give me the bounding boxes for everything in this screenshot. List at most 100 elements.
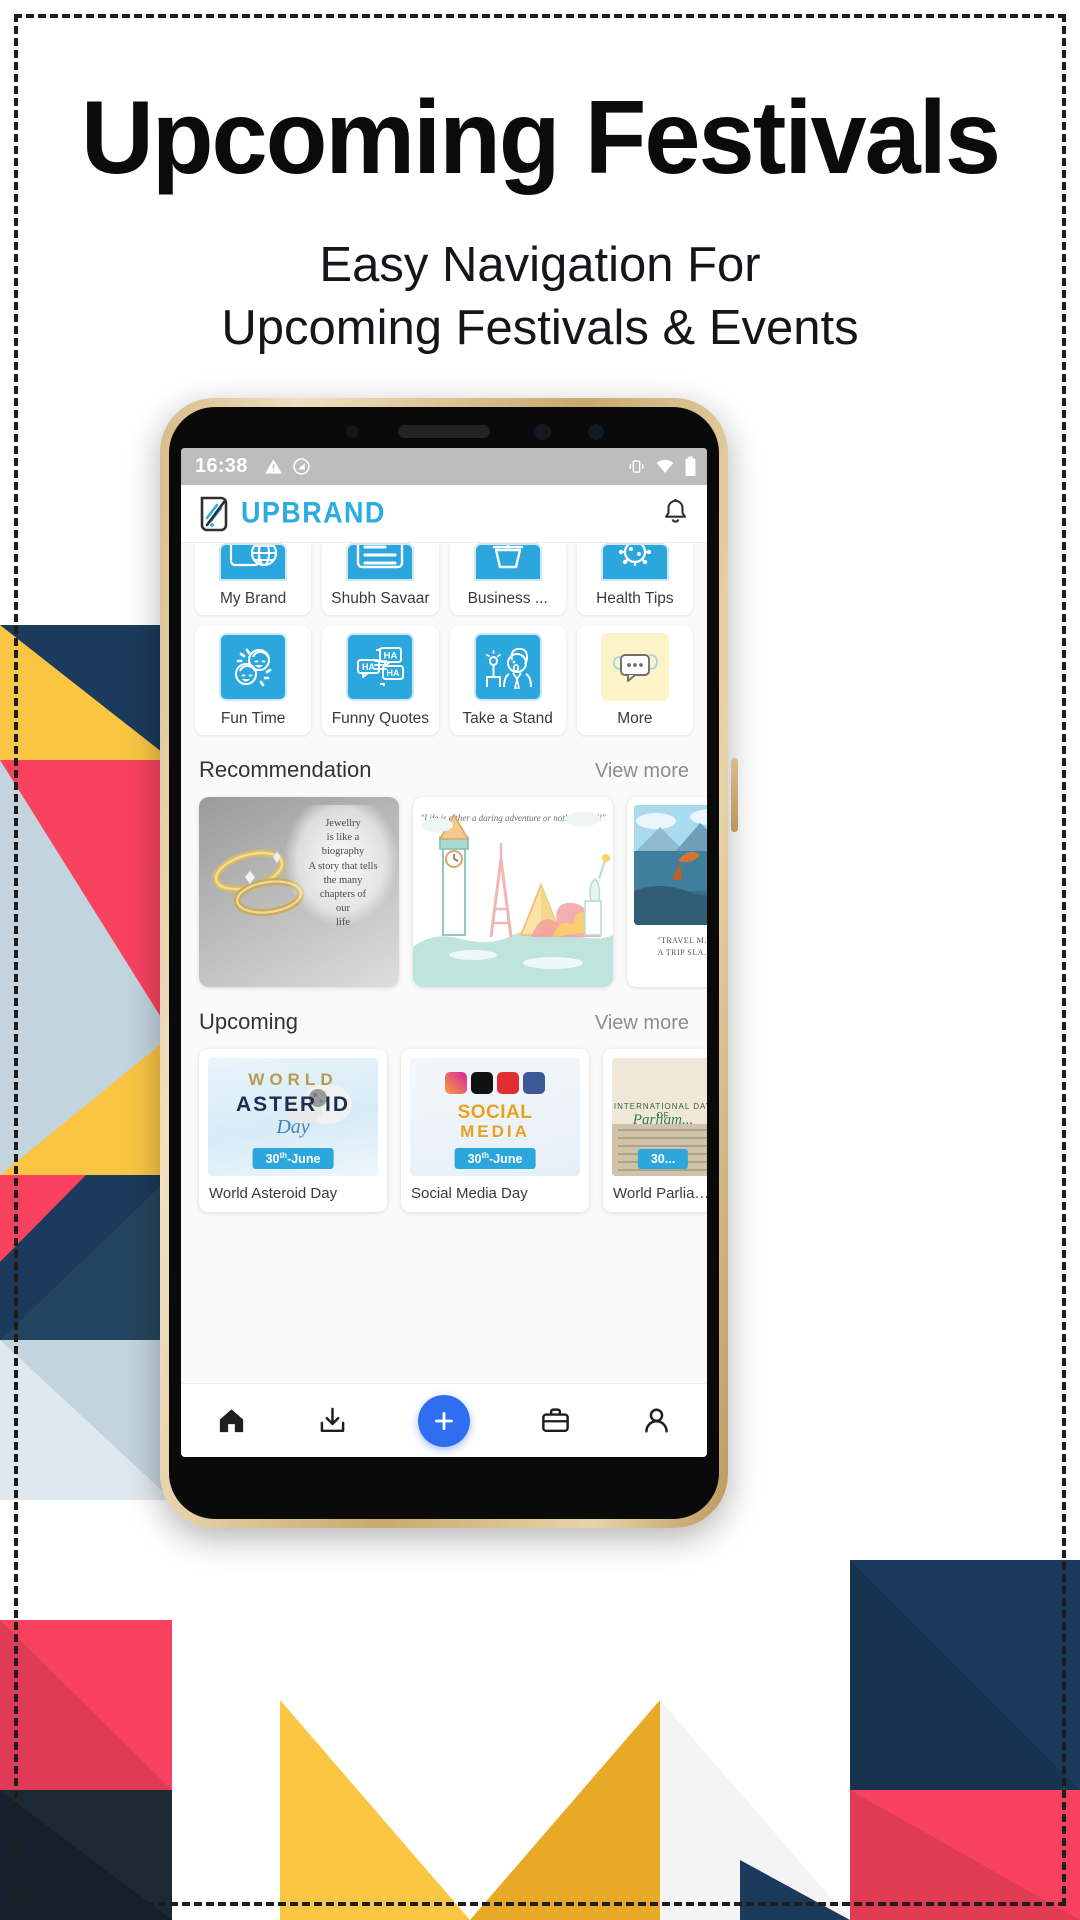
- upcoming-label: Social Media Day: [411, 1185, 528, 1202]
- home-icon[interactable]: [216, 1405, 247, 1436]
- svg-text:HA: HA: [362, 662, 375, 672]
- wifi-icon: [656, 459, 674, 473]
- category-label: Health Tips: [596, 590, 674, 607]
- category-label: More: [617, 710, 653, 727]
- phone-screen: 16:38 UPBRAND My Brand Shubh Savaar Busi…: [181, 448, 707, 1457]
- category-label: Shubh Savaar: [331, 590, 430, 607]
- download-icon[interactable]: [317, 1405, 348, 1436]
- thumb-line-1: SOCIAL: [457, 1102, 533, 1123]
- thumb-line-2: MEDIA: [460, 1122, 530, 1141]
- recommendation-card[interactable]: "TRAVEL M…A TRIP SLA…: [627, 797, 707, 987]
- globe-card-icon: [219, 543, 288, 581]
- upcoming-section-header: Upcoming View more: [181, 1009, 707, 1035]
- date-month: ...: [664, 1152, 676, 1166]
- proximity-sensor: [588, 424, 604, 440]
- vibrate-icon: [629, 460, 644, 473]
- category-label: Fun Time: [220, 710, 286, 727]
- thumb-line-2: ASTER ID: [235, 1093, 350, 1116]
- category-label: My Brand: [219, 590, 287, 607]
- category-label: Funny Quotes: [331, 710, 430, 727]
- recommendation-quote-text: Jewellry is like a biography A story that …: [308, 818, 378, 929]
- travel-photo: [634, 805, 707, 925]
- section-title: Recommendation: [199, 757, 372, 782]
- text-lines-icon: [346, 543, 415, 581]
- thumb-line-1: WORLD: [248, 1070, 338, 1089]
- date-number: 30: [650, 1152, 665, 1166]
- plus-icon: [435, 1411, 453, 1430]
- section-title: Upcoming: [199, 1009, 299, 1034]
- date-month: -June: [489, 1152, 523, 1166]
- date-badge: 30th-June: [454, 1147, 536, 1169]
- category-label: Business ...: [467, 590, 548, 607]
- upcoming-label: World Asteroid Day: [209, 1185, 338, 1202]
- page-title: Upcoming Festivals: [80, 80, 1001, 196]
- briefcase-icon[interactable]: [540, 1405, 571, 1436]
- youtube-chip-icon: [497, 1072, 519, 1094]
- app-bar: UPBRAND: [181, 485, 707, 543]
- upbrand-logo-icon: [200, 496, 228, 531]
- recommendation-caption: "TRAVEL M…A TRIP SLA…: [657, 936, 707, 957]
- create-fab-button[interactable]: [418, 1394, 470, 1447]
- date-number: 30: [467, 1152, 482, 1166]
- phone-bezel: 16:38 UPBRAND My Brand Shubh Savaar Busi…: [169, 407, 719, 1519]
- phone-mockup: 16:38 UPBRAND My Brand Shubh Savaar Busi…: [160, 398, 738, 1528]
- category-tile-health-tips[interactable]: Health Tips: [576, 543, 693, 615]
- power-button: [731, 758, 738, 832]
- profile-icon[interactable]: [641, 1405, 672, 1436]
- social-icon-row: [410, 1072, 580, 1094]
- facebook-chip-icon: [523, 1072, 545, 1094]
- category-tile-my-brand[interactable]: My Brand: [195, 543, 312, 615]
- earpiece-speaker: [398, 425, 490, 438]
- upcoming-thumbnail: WORLD ASTER ID Day 30th-June: [208, 1058, 378, 1176]
- basket-icon: [473, 543, 542, 581]
- date-badge: 30...: [637, 1149, 689, 1169]
- thumb-line-2: Parliam...: [632, 1112, 694, 1128]
- status-bar: 16:38: [181, 448, 707, 485]
- subtitle-line-1: Easy Navigation For: [319, 238, 761, 292]
- upcoming-thumbnail: INTERNATIONAL DAY OF Parliam... 30...: [612, 1058, 707, 1176]
- recommendation-card-strip[interactable]: Jewellry is like a biography A story that …: [181, 783, 707, 987]
- category-tile-funny-quotes[interactable]: HA HA HA Funny Quotes: [322, 626, 439, 735]
- front-camera: [535, 424, 551, 440]
- svg-text:HA: HA: [387, 668, 400, 678]
- upcoming-card[interactable]: SOCIAL MEDIA 30th-June Social Media Day: [401, 1049, 589, 1212]
- ha-bubbles-icon: HA HA HA: [346, 633, 415, 701]
- sensor-dot: [346, 425, 359, 438]
- tiktok-chip-icon: [471, 1072, 493, 1094]
- upcoming-thumbnail: SOCIAL MEDIA 30th-June: [410, 1058, 580, 1176]
- laughing-faces-icon: [219, 633, 288, 701]
- date-badge: 30th-June: [252, 1147, 334, 1169]
- bell-icon[interactable]: [661, 497, 690, 531]
- view-more-link[interactable]: View more: [595, 1012, 689, 1035]
- category-label: Take a Stand: [462, 710, 553, 727]
- recommendation-card[interactable]: Jewellry is like a biography A story that …: [199, 797, 399, 987]
- bottom-navigation-bar: [181, 1383, 707, 1457]
- subtitle-line-2: Upcoming Festivals & Events: [221, 300, 859, 355]
- date-number: 30: [265, 1152, 280, 1166]
- recommendation-card[interactable]: "Life is either a daring adventure or no…: [413, 797, 613, 987]
- status-right-icons: [627, 456, 697, 477]
- svg-text:HA: HA: [384, 651, 398, 662]
- brand-name: UPBRAND: [241, 496, 386, 530]
- upcoming-card[interactable]: INTERNATIONAL DAY OF Parliam... 30... Wo…: [603, 1049, 707, 1212]
- category-tile-fun-time[interactable]: Fun Time: [195, 626, 312, 735]
- do-not-disturb-icon: [292, 458, 310, 475]
- warning-triangle-icon: [264, 459, 282, 474]
- category-tile-take-a-stand[interactable]: Take a Stand: [449, 626, 566, 735]
- battery-icon: [685, 456, 696, 476]
- upcoming-card-strip[interactable]: WORLD ASTER ID Day 30th-June World Aster…: [181, 1035, 707, 1212]
- instagram-chip-icon: [445, 1072, 467, 1094]
- category-tile-business[interactable]: Business ...: [449, 543, 566, 615]
- status-left-icons: [264, 457, 311, 476]
- landmarks-illustration: [413, 812, 613, 987]
- category-tile-more[interactable]: More: [576, 626, 693, 735]
- upcoming-label: World Parliamen: [613, 1185, 707, 1202]
- upcoming-card[interactable]: WORLD ASTER ID Day 30th-June World Aster…: [199, 1049, 387, 1212]
- view-more-link[interactable]: View more: [595, 760, 689, 783]
- scroll-content[interactable]: My Brand Shubh Savaar Business ... Healt…: [181, 543, 707, 1383]
- category-tile-shubh-savaar[interactable]: Shubh Savaar: [322, 543, 439, 615]
- brand-logo[interactable]: UPBRAND: [198, 494, 386, 534]
- speaker-person-icon: [473, 633, 542, 701]
- thumb-line-3: Day: [276, 1116, 310, 1138]
- status-clock: 16:38: [195, 455, 248, 477]
